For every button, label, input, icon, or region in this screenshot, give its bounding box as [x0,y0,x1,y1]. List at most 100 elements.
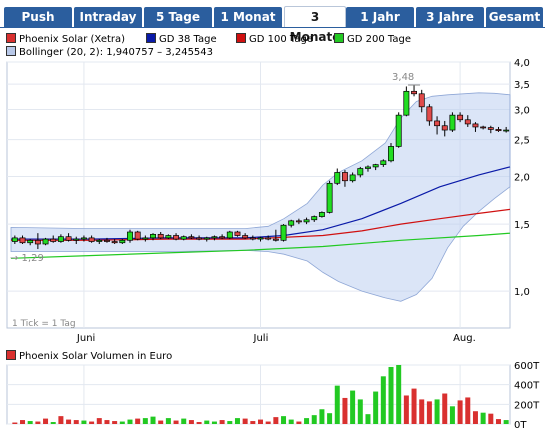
volume-bar [119,421,125,424]
price-y-tick-label: 2,5 [514,136,530,147]
volume-bar [58,416,64,424]
volume-bar [396,365,402,424]
volume-bar [357,399,363,424]
candle-body [196,237,203,240]
volume-bar [250,421,256,424]
volume-bar [96,418,102,424]
volume-bar [211,421,217,424]
candle [449,112,456,132]
volume-bar [488,413,494,424]
candle-body [380,160,387,165]
price-y-tick-label: 1,0 [514,287,530,298]
candle [326,180,333,214]
candle-body [50,238,57,242]
candle-body [503,129,510,132]
volume-bar [219,420,225,424]
candle-body [34,239,41,245]
candle-body [349,174,356,182]
volume-bar [281,416,287,424]
price-x-tick-label: Juni [76,333,95,344]
candle-body [88,237,95,242]
volume-bar [457,400,463,424]
volume-bar [350,390,356,424]
candle-body [65,236,72,241]
volume-bar [20,420,26,424]
volume-bar [373,391,379,424]
candle-body [418,93,425,108]
volume-bar [81,420,87,424]
volume-bar [503,420,509,424]
chart-canvas: 4,0 3,5 3,0 2,5 2,0 1,5 1,0 Juni Juli Aug. 3,48 → 1… [6,58,540,431]
price-y-tick-label: 4,0 [514,58,530,69]
price-y-tick-label: 3,5 [514,80,530,91]
volume-bar [188,420,194,424]
candle-body [426,106,433,122]
candle-body [57,236,64,242]
candle-body [472,123,479,128]
volume-bar [234,418,240,424]
candle-body [111,241,118,244]
candle-body [211,236,218,239]
candle-body [357,168,364,176]
candle-body [257,237,264,240]
volume-bar [449,406,455,424]
candle-body [318,212,325,217]
volume-bar [196,422,202,424]
candle-body [480,126,487,129]
volume-bar [365,414,371,424]
candle-body [142,237,149,240]
volume-bar [273,417,279,424]
volume-y-tick-label: 600T [514,361,540,372]
candle-body [11,237,18,242]
candle [234,230,241,237]
price-x-tick-label: Juli [253,333,269,344]
candle-body [96,239,103,242]
candle-body [80,237,87,240]
volume-y-tick-label: 400T [514,381,540,392]
volume-bar [265,421,271,424]
candle-body [272,238,279,241]
tick-note: 1 Tick = 1 Tag [12,319,76,329]
candle-body [173,235,180,240]
volume-bar [426,401,432,424]
volume-panel: 600T 400T 200T 0T [6,361,540,431]
candle-body [19,237,26,244]
price-x-tick-label: Aug. [453,333,476,344]
candle-body [203,237,210,240]
volume-bar [127,419,133,424]
candle-body [434,120,441,127]
candle-body [326,182,333,213]
candle-body [411,90,417,95]
volume-bar [43,418,49,424]
volume-bar [27,421,33,424]
candle-body [495,129,502,132]
volume-bar [181,418,187,424]
volume-bar [158,420,164,424]
candle-body [487,127,494,130]
volume-bar [480,412,486,424]
candle-body [388,146,394,162]
candle-body [457,114,464,121]
volume-bar [472,411,478,424]
candle-body [441,125,448,131]
price-y-tick-label: 3,0 [514,106,530,117]
candle-body [180,236,187,240]
candle-body [341,172,348,182]
volume-bar [434,399,440,424]
candle-body [73,238,80,241]
candle [318,211,325,218]
volume-bar [258,419,263,424]
volume-bar [12,422,18,424]
volume-bar [227,421,233,424]
candle-body [234,231,241,236]
volume-bar [465,397,471,424]
candle [280,224,287,242]
volume-bar [165,418,171,424]
candle-body [134,231,141,240]
candle-body [104,239,110,242]
volume-bar [403,395,409,424]
volume-bar [288,419,294,424]
volume-bar [388,366,394,424]
candle-body [280,224,287,241]
candle-body [242,235,249,239]
